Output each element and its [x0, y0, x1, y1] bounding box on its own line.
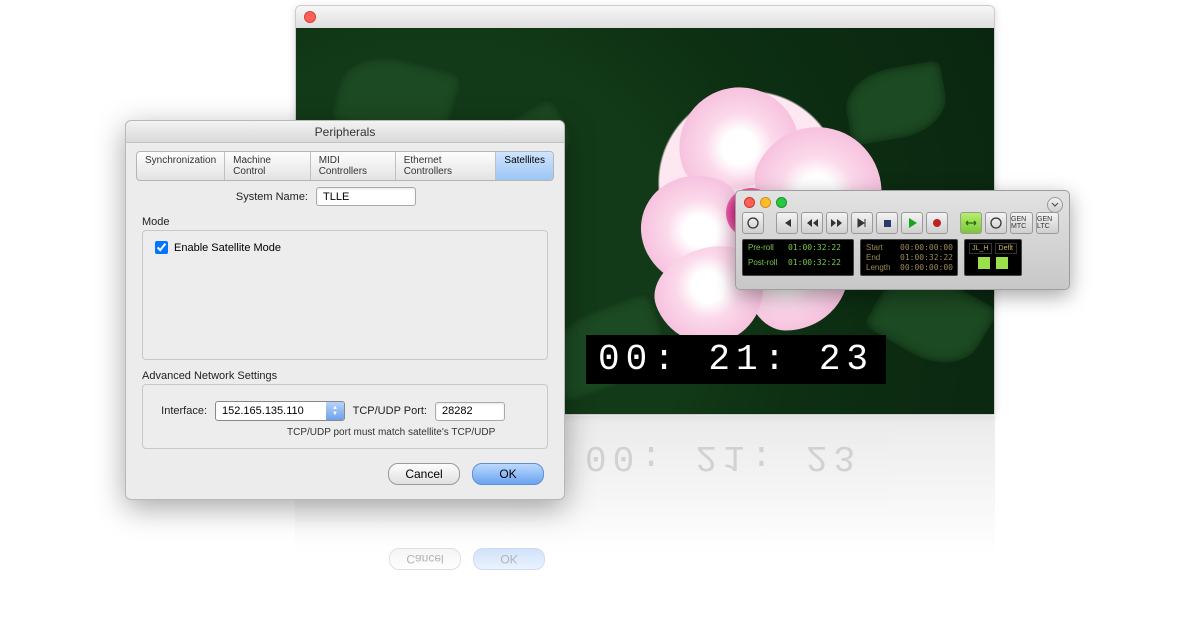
- transport-panel: GEN MTC GEN LTC Pre-roll 01:00:32:22 Pos…: [735, 190, 1070, 290]
- timecode-overlay: 00: 21: 23: [586, 335, 886, 384]
- col-b-label: Deflt: [995, 243, 1018, 254]
- zoom-icon[interactable]: [776, 197, 787, 208]
- interface-select[interactable]: 152.165.135.110 ▲▼: [215, 401, 345, 421]
- video-window-titlebar[interactable]: [296, 6, 994, 28]
- system-name-label: System Name:: [126, 191, 316, 203]
- rewind-button[interactable]: [801, 212, 823, 234]
- record-button[interactable]: [926, 212, 948, 234]
- enable-satellite-input[interactable]: [155, 241, 168, 254]
- play-button[interactable]: [901, 212, 923, 234]
- start-label: Start: [866, 243, 900, 252]
- roll-display: Pre-roll 01:00:32:22 Post-roll 01:00:32:…: [742, 239, 854, 276]
- chevron-updown-icon: ▲▼: [326, 402, 344, 420]
- sync-button[interactable]: [985, 212, 1007, 234]
- close-icon[interactable]: [304, 11, 316, 23]
- tab-ethernet-controllers[interactable]: Ethernet Controllers: [396, 152, 497, 180]
- tab-satellites[interactable]: Satellites: [496, 152, 553, 180]
- dialog-reflection: Cancel OK: [125, 500, 565, 580]
- length-value[interactable]: 00:00:00:00: [900, 263, 960, 272]
- cancel-button[interactable]: Cancel: [388, 463, 460, 485]
- preroll-label: Pre-roll: [748, 243, 788, 257]
- col-a-label: JL_H: [969, 243, 992, 254]
- tab-synchronization[interactable]: Synchronization: [137, 152, 225, 180]
- port-label: TCP/UDP Port:: [345, 405, 435, 417]
- end-value[interactable]: 01:00:32:22: [900, 253, 960, 262]
- system-name-input[interactable]: [316, 187, 416, 206]
- interface-label: Interface:: [155, 405, 215, 417]
- tab-bar: Synchronization Machine Control MIDI Con…: [136, 151, 554, 181]
- preroll-value[interactable]: 01:00:32:22: [788, 243, 852, 257]
- end-label: End: [866, 253, 900, 262]
- mode-group: Enable Satellite Mode: [142, 230, 548, 360]
- enable-satellite-checkbox[interactable]: Enable Satellite Mode: [155, 241, 535, 254]
- stop-button[interactable]: [876, 212, 898, 234]
- gen-mtc-button[interactable]: GEN MTC: [1010, 212, 1033, 234]
- track-arm-display: JL_H Deflt: [964, 239, 1022, 276]
- collapse-button[interactable]: [1047, 197, 1063, 213]
- minimize-icon[interactable]: [760, 197, 771, 208]
- go-to-start-button[interactable]: [776, 212, 798, 234]
- ok-button[interactable]: OK: [472, 463, 544, 485]
- fast-forward-button[interactable]: [826, 212, 848, 234]
- postroll-value[interactable]: 01:00:32:22: [788, 258, 852, 272]
- port-note: TCP/UDP port must match satellite's TCP/…: [287, 427, 535, 438]
- close-icon[interactable]: [744, 197, 755, 208]
- track-indicator[interactable]: [996, 257, 1008, 269]
- tab-midi-controllers[interactable]: MIDI Controllers: [311, 152, 396, 180]
- advanced-section-label: Advanced Network Settings: [142, 370, 564, 382]
- length-label: Length: [866, 263, 900, 272]
- dialog-title[interactable]: Peripherals: [126, 121, 564, 143]
- track-indicator[interactable]: [978, 257, 990, 269]
- gen-ltc-button[interactable]: GEN LTC: [1036, 212, 1059, 234]
- postroll-label: Post-roll: [748, 258, 788, 272]
- mode-section-label: Mode: [142, 216, 564, 228]
- selection-display: Start 00:00:00:00 End 01:00:32:22 Length…: [860, 239, 958, 276]
- advanced-group: Interface: 152.165.135.110 ▲▼ TCP/UDP Po…: [142, 384, 548, 449]
- start-value[interactable]: 00:00:00:00: [900, 243, 960, 252]
- enable-satellite-label: Enable Satellite Mode: [174, 242, 281, 254]
- tab-machine-control[interactable]: Machine Control: [225, 152, 311, 180]
- interface-value: 152.165.135.110: [216, 405, 326, 417]
- link-button[interactable]: [960, 212, 982, 234]
- window-controls: [742, 195, 1063, 212]
- go-to-end-button[interactable]: [851, 212, 873, 234]
- peripherals-dialog: Peripherals Synchronization Machine Cont…: [125, 120, 565, 500]
- port-input[interactable]: [435, 402, 505, 421]
- online-button[interactable]: [742, 212, 764, 234]
